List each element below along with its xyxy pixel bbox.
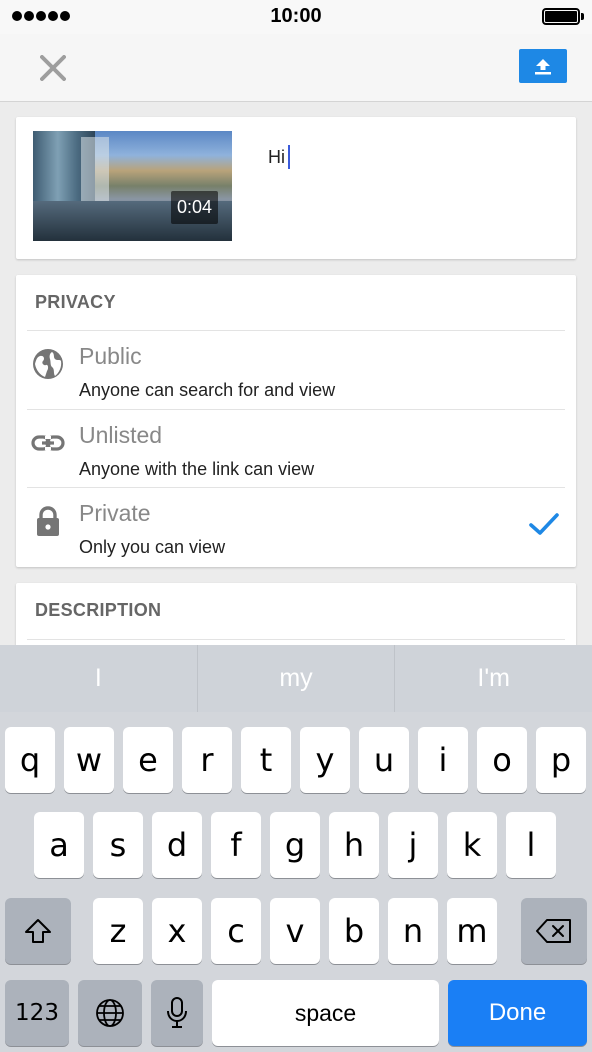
privacy-card: PRIVACY Public Anyone can search for and… xyxy=(16,275,576,567)
key-o[interactable]: o xyxy=(477,727,527,793)
globe-icon xyxy=(31,347,65,381)
key-f[interactable]: f xyxy=(211,812,261,878)
key-h[interactable]: h xyxy=(329,812,379,878)
privacy-option-private[interactable]: Private Only you can view xyxy=(16,488,576,566)
upload-icon xyxy=(535,59,551,75)
privacy-option-label: Private xyxy=(79,500,151,526)
key-q[interactable]: q xyxy=(5,727,55,793)
space-key[interactable]: space xyxy=(212,980,439,1046)
close-icon xyxy=(40,55,66,81)
backspace-key[interactable] xyxy=(521,898,587,964)
suggestion-item[interactable]: my xyxy=(198,645,396,712)
video-card: 0:04 Hi xyxy=(16,117,576,259)
key-e[interactable]: e xyxy=(123,727,173,793)
key-g[interactable]: g xyxy=(270,812,320,878)
close-button[interactable] xyxy=(32,47,74,89)
nav-bar xyxy=(0,34,592,102)
key-l[interactable]: l xyxy=(506,812,556,878)
key-t[interactable]: t xyxy=(241,727,291,793)
privacy-option-unlisted[interactable]: Unlisted Anyone with the link can view xyxy=(16,410,576,488)
upload-button[interactable] xyxy=(519,49,567,83)
microphone-icon xyxy=(167,997,187,1028)
key-r[interactable]: r xyxy=(182,727,232,793)
done-key[interactable]: Done xyxy=(448,980,587,1046)
shift-key[interactable] xyxy=(5,898,71,964)
suggestion-item[interactable]: I xyxy=(0,645,198,712)
keyboard-suggestion-bar: I my I'm xyxy=(0,645,592,712)
key-v[interactable]: v xyxy=(270,898,320,964)
privacy-title: PRIVACY xyxy=(35,292,116,312)
key-m[interactable]: m xyxy=(447,898,497,964)
key-j[interactable]: j xyxy=(388,812,438,878)
key-b[interactable]: b xyxy=(329,898,379,964)
numbers-key[interactable]: 123 xyxy=(5,980,69,1046)
key-k[interactable]: k xyxy=(447,812,497,878)
checkmark-icon xyxy=(528,510,560,543)
status-time: 10:00 xyxy=(270,5,322,27)
privacy-option-description: Anyone with the link can view xyxy=(79,459,315,479)
suggestion-item[interactable]: I'm xyxy=(395,645,592,712)
key-n[interactable]: n xyxy=(388,898,438,964)
key-z[interactable]: z xyxy=(93,898,143,964)
privacy-option-label: Public xyxy=(79,343,142,369)
privacy-option-public[interactable]: Public Anyone can search for and view xyxy=(16,331,576,409)
lock-icon xyxy=(31,504,65,538)
status-bar: 10:00 xyxy=(0,0,592,34)
key-a[interactable]: a xyxy=(34,812,84,878)
key-d[interactable]: d xyxy=(152,812,202,878)
shift-icon xyxy=(25,919,51,943)
backspace-icon xyxy=(536,919,571,943)
video-title-input[interactable]: Hi xyxy=(268,145,290,169)
key-y[interactable]: y xyxy=(300,727,350,793)
key-u[interactable]: u xyxy=(359,727,409,793)
key-p[interactable]: p xyxy=(536,727,586,793)
description-title: DESCRIPTION xyxy=(35,600,162,620)
video-thumbnail[interactable]: 0:04 xyxy=(33,131,232,241)
key-s[interactable]: s xyxy=(93,812,143,878)
battery-icon xyxy=(542,8,580,25)
video-duration: 0:04 xyxy=(170,191,218,224)
text-cursor xyxy=(288,145,290,169)
keyboard: q w e r t y u i o p a s d f g h j k l z … xyxy=(0,712,592,1052)
key-i[interactable]: i xyxy=(418,727,468,793)
privacy-option-description: Anyone can search for and view xyxy=(79,380,336,400)
microphone-key[interactable] xyxy=(151,980,203,1046)
privacy-option-label: Unlisted xyxy=(79,422,163,448)
globe-key[interactable] xyxy=(78,980,142,1046)
video-title-text: Hi xyxy=(268,146,285,167)
globe-icon xyxy=(96,999,124,1027)
key-w[interactable]: w xyxy=(64,727,114,793)
key-x[interactable]: x xyxy=(152,898,202,964)
key-c[interactable]: c xyxy=(211,898,261,964)
link-icon xyxy=(31,426,65,460)
privacy-option-description: Only you can view xyxy=(79,537,226,557)
